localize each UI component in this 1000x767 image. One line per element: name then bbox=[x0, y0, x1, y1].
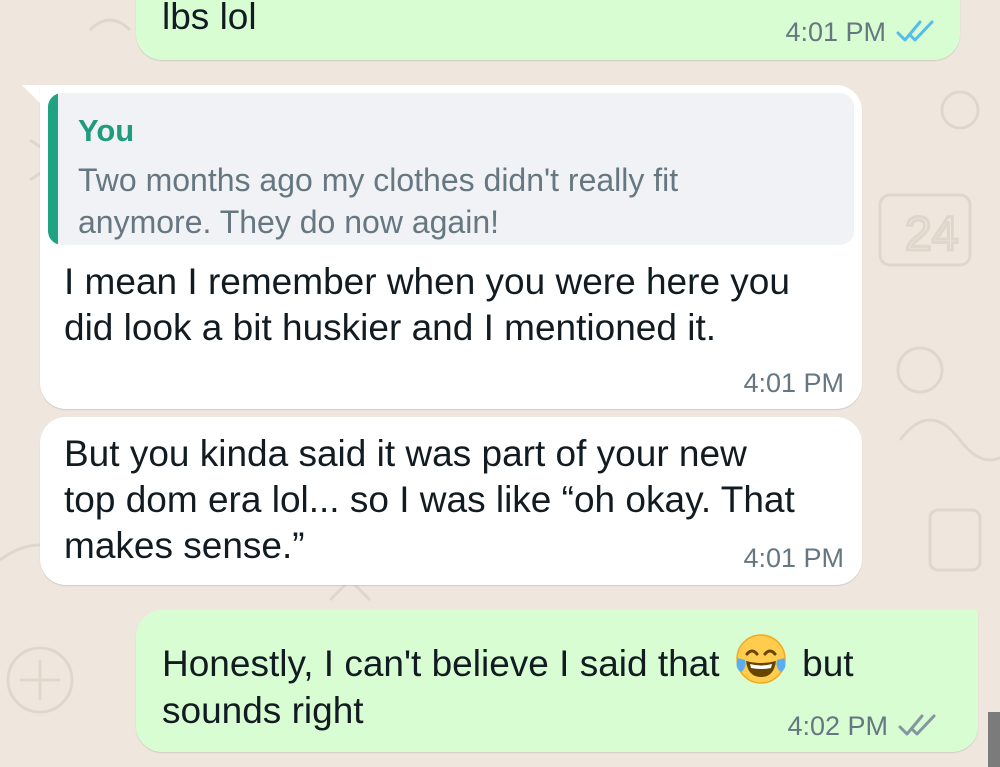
quote-text: Two months ago my clothes didn't really … bbox=[78, 162, 679, 240]
face-with-tears-of-joy-emoji bbox=[736, 634, 786, 684]
scrollbar-thumb[interactable] bbox=[988, 712, 1000, 767]
outgoing-message-bubble[interactable]: Honestly, I can't believe I said that bu… bbox=[136, 610, 978, 752]
incoming-message-bubble[interactable]: But you kinda said it was part of your n… bbox=[40, 417, 862, 585]
quote-author: You bbox=[78, 113, 135, 148]
double-check-blue-icon bbox=[896, 20, 934, 42]
quoted-message[interactable]: You Two months ago my clothes didn't rea… bbox=[48, 93, 854, 245]
incoming-message-bubble[interactable]: You Two months ago my clothes didn't rea… bbox=[40, 85, 862, 409]
svg-text:24: 24 bbox=[905, 208, 958, 261]
message-text-part: Honestly, I can't believe I said that bbox=[162, 643, 730, 684]
message-time: 4:01 PM bbox=[785, 17, 886, 47]
message-text: But you kinda said it was part of your n… bbox=[64, 433, 795, 566]
message-text-part: but bbox=[791, 643, 854, 684]
double-check-grey-icon bbox=[898, 714, 936, 736]
outgoing-message-bubble[interactable]: lbs lol 4:01 PM bbox=[136, 0, 960, 60]
message-meta: 4:02 PM bbox=[787, 711, 938, 741]
quote-accent-bar bbox=[48, 93, 58, 245]
message-text: Honestly, I can't believe I said that bu… bbox=[162, 632, 854, 687]
message-meta: 4:01 PM bbox=[743, 368, 844, 398]
message-time: 4:01 PM bbox=[743, 368, 844, 398]
message-meta: 4:01 PM bbox=[743, 543, 844, 573]
message-time: 4:01 PM bbox=[743, 543, 844, 573]
message-meta: 4:01 PM bbox=[785, 17, 936, 47]
message-text: I mean I remember when you were here you… bbox=[64, 261, 790, 348]
message-text-line2: sounds right bbox=[162, 690, 364, 731]
message-time: 4:02 PM bbox=[787, 711, 888, 741]
message-text: lbs lol bbox=[162, 0, 257, 37]
